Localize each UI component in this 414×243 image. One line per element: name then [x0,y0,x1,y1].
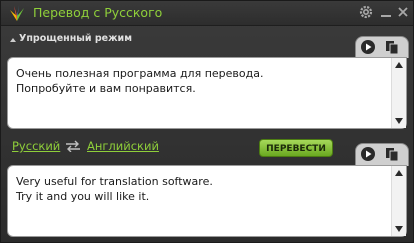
result-text-line: Try it and you will like it. [16,190,150,203]
play-icon[interactable] [360,146,376,162]
scroll-down-icon[interactable] [395,226,403,232]
translator-window: Перевод с Русского Упрощенный режим Очен… [0,0,414,243]
mode-row: Упрощенный режим [1,26,413,54]
copy-icon[interactable] [384,146,400,162]
minimize-icon[interactable] [379,5,393,19]
source-text-line: Попробуйте и вам понравится. [16,82,196,95]
result-scrollbar[interactable] [391,166,406,236]
swap-arrows-icon[interactable] [65,140,81,152]
result-text-line: Very useful for translation software. [16,175,213,188]
scroll-up-icon[interactable] [395,62,403,68]
source-language-link[interactable]: Русский [12,139,60,153]
source-textarea[interactable]: Очень полезная программа для перевода. П… [7,57,407,129]
simple-mode-toggle[interactable]: Упрощенный режим [19,33,132,44]
chevron-up-icon[interactable] [10,38,16,42]
title-bar: Перевод с Русского [1,1,413,26]
language-selector: Русский Английский [1,134,413,158]
scroll-down-icon[interactable] [395,118,403,124]
window-title: Перевод с Русского [33,5,163,20]
scroll-up-icon[interactable] [395,170,403,176]
translate-button[interactable]: ПЕРЕВЕСТИ [259,139,333,157]
app-logo-icon [10,5,24,21]
target-language-link[interactable]: Английский [87,139,159,153]
result-textarea[interactable]: Very useful for translation software. Tr… [7,165,407,237]
gear-icon[interactable] [358,4,374,20]
play-icon[interactable] [360,39,376,55]
source-text-line: Очень полезная программа для перевода. [16,67,264,80]
close-icon[interactable] [396,5,410,19]
source-scrollbar[interactable] [391,58,406,128]
copy-icon[interactable] [384,39,400,55]
